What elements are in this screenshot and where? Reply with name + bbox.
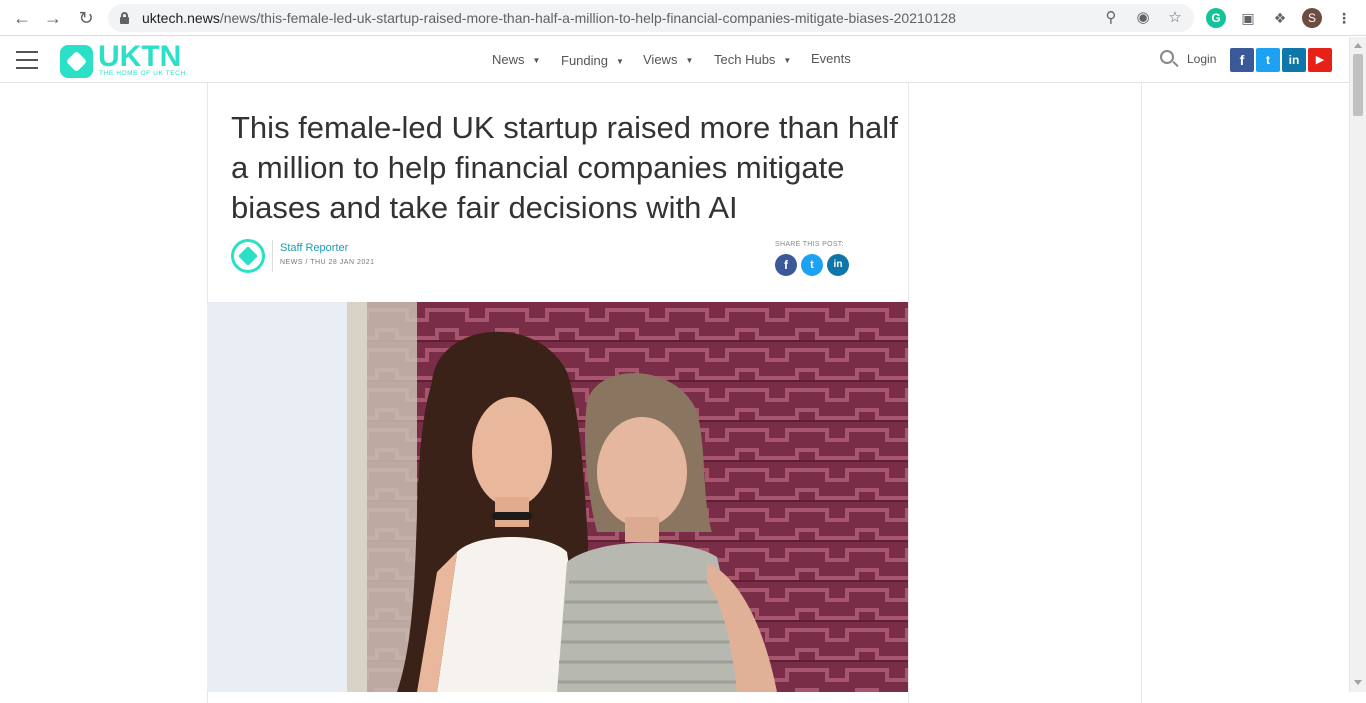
search-icon[interactable] — [1160, 50, 1180, 70]
camera-icon[interactable]: ▣ — [1238, 8, 1258, 28]
scroll-up-arrow-icon[interactable] — [1354, 43, 1362, 48]
profile-avatar[interactable]: S — [1302, 8, 1322, 28]
nav-funding-label: Funding — [561, 53, 608, 68]
logo-tagline: THE HOME OF UK TECH — [99, 70, 186, 77]
login-link[interactable]: Login — [1187, 52, 1216, 66]
logo-text: UKTN — [98, 40, 182, 73]
eye-slash-icon[interactable]: ◉ — [1133, 8, 1153, 28]
caret-down-icon: ▼ — [685, 56, 694, 65]
nav-events-label: Events — [811, 51, 851, 66]
browser-toolbar: ← → ↻ uktech.news/news/this-female-led-u… — [0, 0, 1366, 36]
nav-tech-hubs[interactable]: Tech Hubs ▼ — [714, 52, 791, 67]
post-category-date: NEWS / THU 28 JAN 2021 — [280, 259, 375, 266]
share-facebook-icon[interactable]: f — [775, 254, 797, 276]
hero-photo-illustration — [207, 302, 908, 692]
share-twitter-icon[interactable]: t — [801, 254, 823, 276]
nav-funding[interactable]: Funding ▼ — [561, 53, 624, 68]
url-text[interactable]: uktech.news/news/this-female-led-uk-star… — [142, 10, 956, 26]
nav-tech-hubs-label: Tech Hubs — [714, 52, 776, 67]
author-avatar[interactable] — [231, 239, 265, 273]
caret-down-icon: ▼ — [615, 57, 624, 66]
facebook-icon[interactable]: f — [1230, 48, 1254, 72]
kebab-menu-icon[interactable]: ⋮ — [1334, 8, 1354, 28]
share-label: SHARE THIS POST: — [775, 241, 844, 248]
page-scrollbar[interactable] — [1349, 37, 1366, 692]
nav-news-label: News — [492, 52, 525, 67]
twitter-icon[interactable]: t — [1256, 48, 1280, 72]
nav-events[interactable]: Events — [811, 51, 851, 66]
author-link[interactable]: Staff Reporter — [280, 242, 348, 254]
meta-divider — [272, 240, 273, 272]
reload-icon[interactable]: ↻ — [76, 8, 96, 28]
logo-mark-icon — [60, 45, 93, 78]
address-bar[interactable]: uktech.news/news/this-female-led-uk-star… — [108, 4, 1194, 32]
article-headline: This female-led UK startup raised more t… — [231, 110, 898, 225]
linkedin-icon[interactable]: in — [1282, 48, 1306, 72]
grammarly-extension-icon[interactable]: G — [1206, 8, 1226, 28]
zoom-icon[interactable]: ⚲ — [1101, 8, 1121, 28]
url-path: /news/this-female-led-uk-startup-raised-… — [219, 10, 956, 26]
nav-views[interactable]: Views ▼ — [643, 52, 693, 67]
nav-news[interactable]: News ▼ — [492, 52, 540, 67]
lock-icon[interactable] — [120, 12, 129, 24]
scroll-down-arrow-icon[interactable] — [1354, 680, 1362, 685]
hamburger-menu-icon[interactable] — [16, 51, 38, 69]
extensions-puzzle-icon[interactable]: ❖ — [1270, 8, 1290, 28]
star-bookmark-icon[interactable]: ☆ — [1165, 8, 1185, 28]
url-domain: uktech.news — [142, 10, 220, 26]
youtube-icon[interactable]: ▶ — [1308, 48, 1332, 72]
share-linkedin-icon[interactable]: in — [827, 254, 849, 276]
caret-down-icon: ▼ — [532, 56, 541, 65]
forward-arrow-icon[interactable]: → — [43, 8, 63, 28]
caret-down-icon: ▼ — [783, 56, 792, 65]
site-header: UKTN THE HOME OF UK TECH News ▼ Funding ▼ … — [0, 37, 1349, 83]
scroll-thumb[interactable] — [1353, 54, 1363, 116]
article-hero-image — [207, 302, 908, 692]
site-logo[interactable]: UKTN THE HOME OF UK TECH — [60, 41, 190, 79]
back-arrow-icon[interactable]: ← — [12, 8, 32, 28]
nav-views-label: Views — [643, 52, 678, 67]
